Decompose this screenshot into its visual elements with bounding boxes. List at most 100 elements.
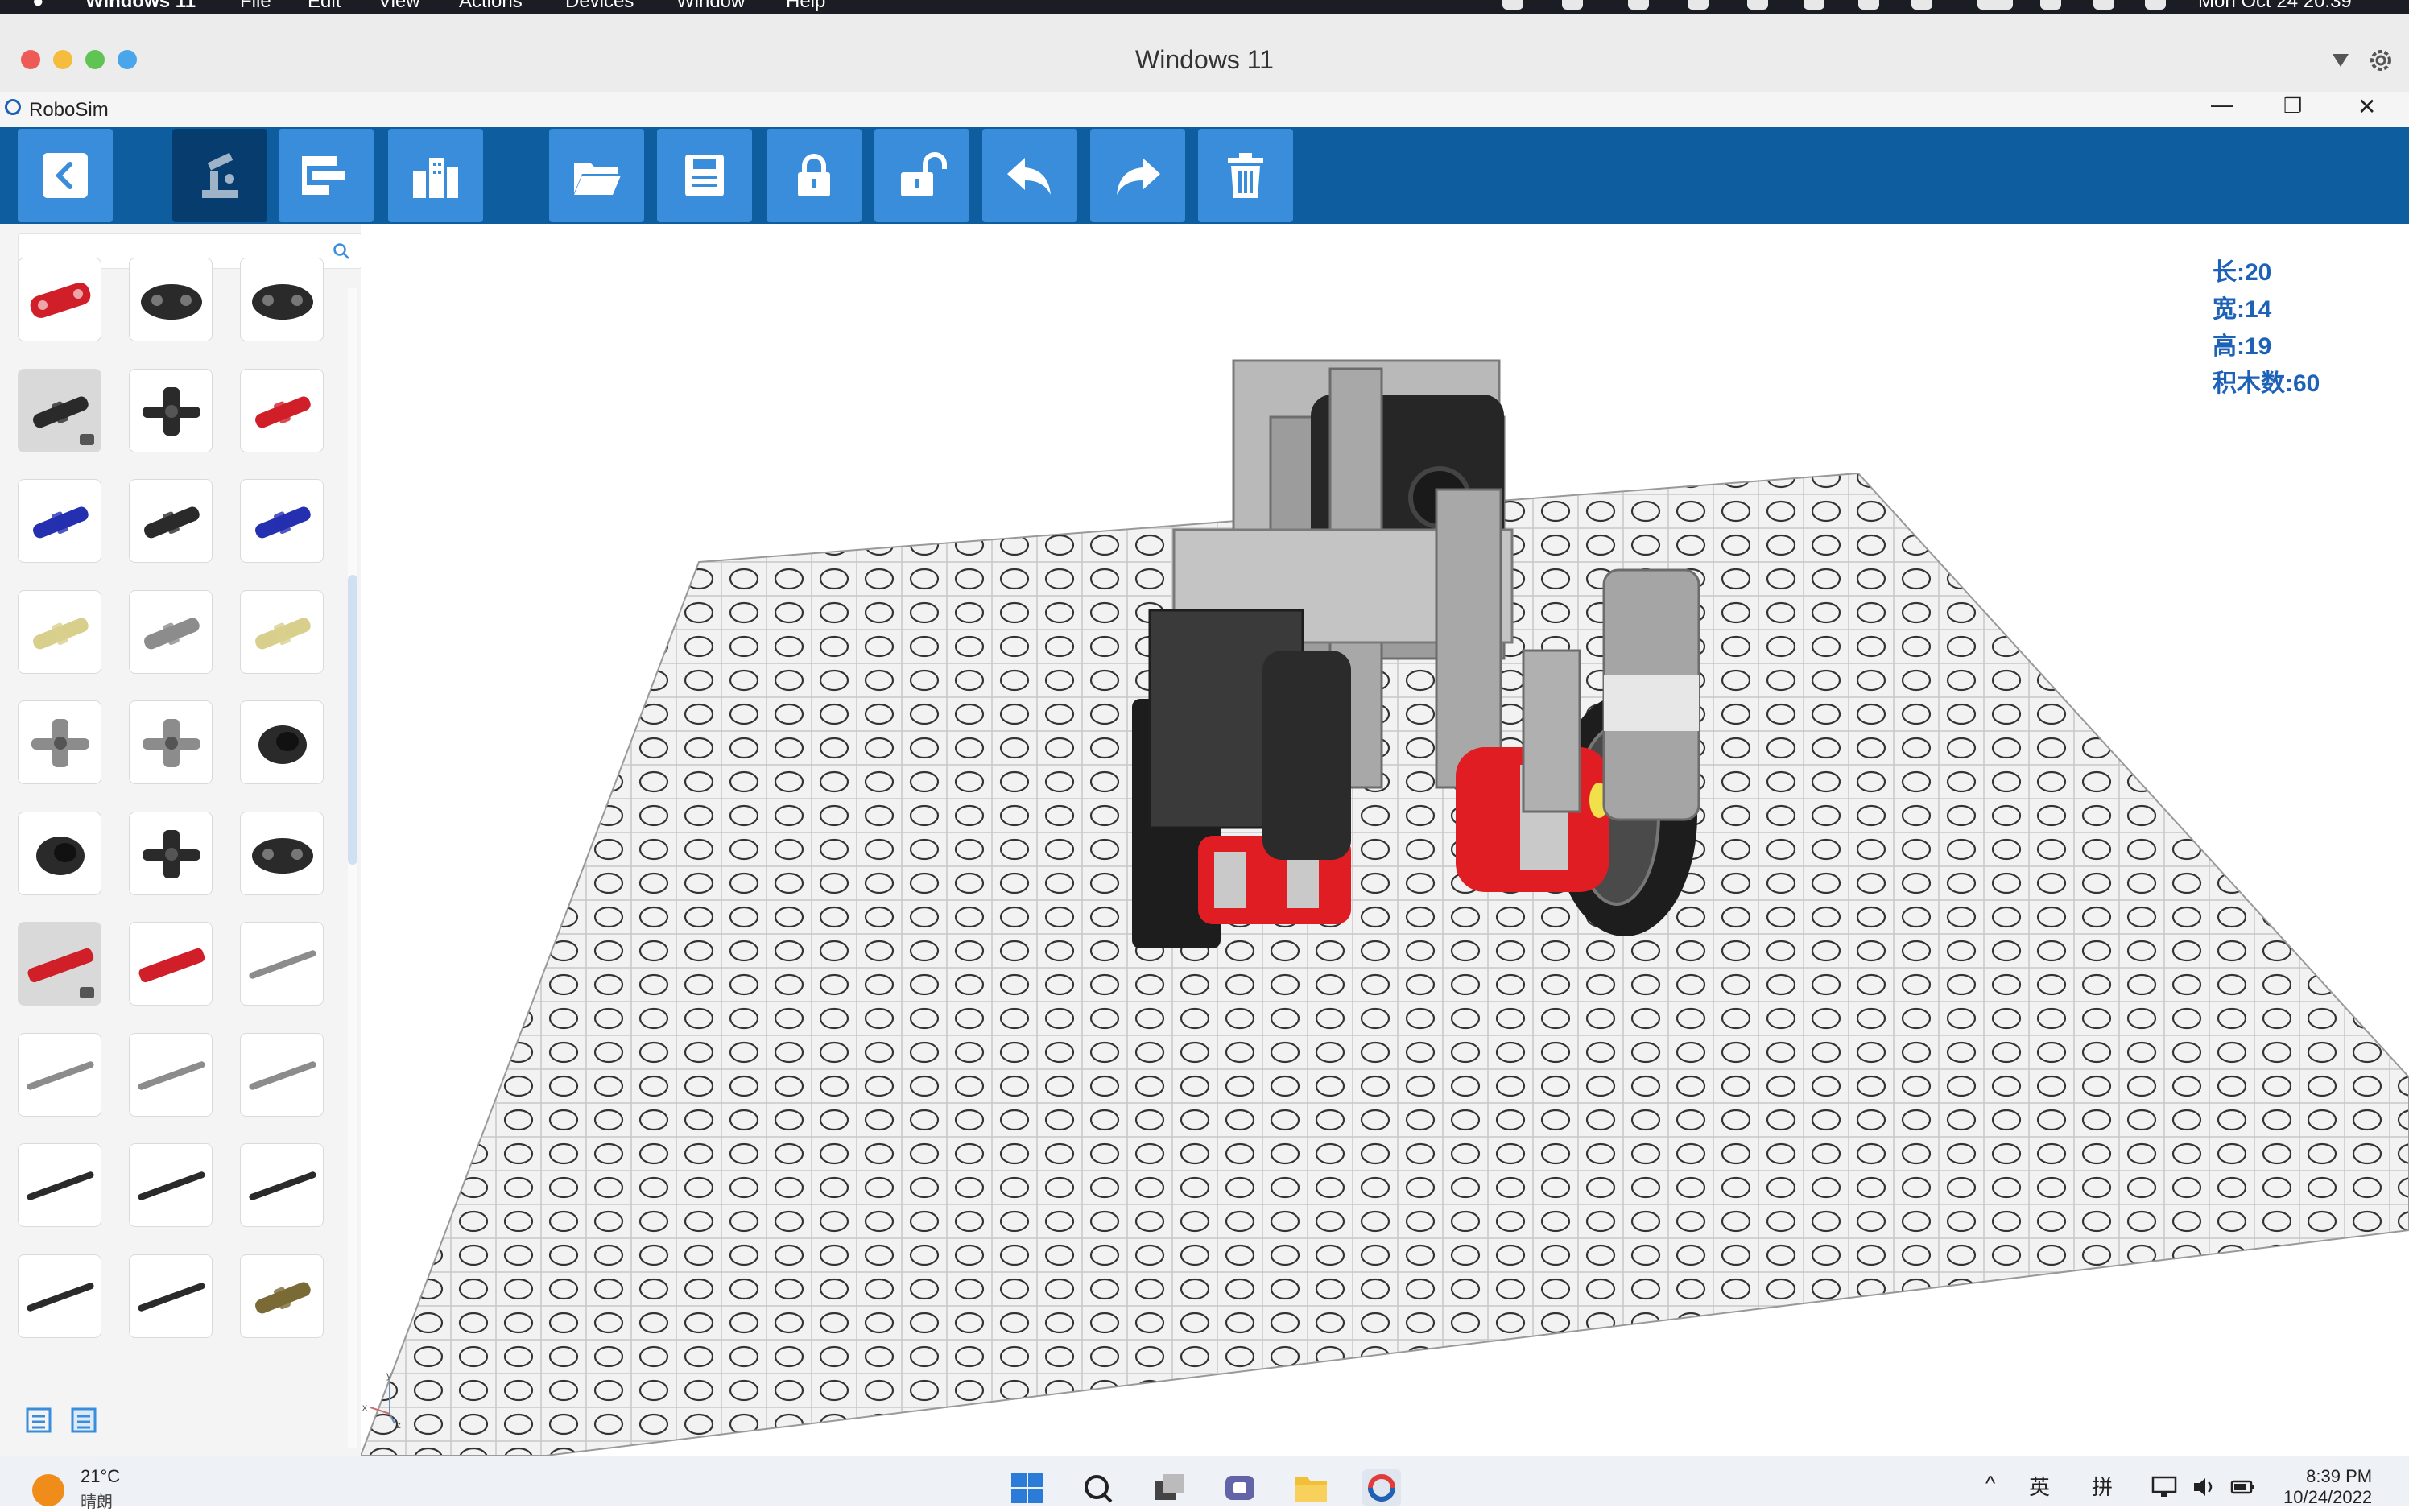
save-button[interactable] [657,129,752,222]
part-tile[interactable] [18,811,101,895]
network-icon[interactable] [2151,1476,2177,1498]
part-tile[interactable] [240,589,324,674]
status-wechat-icon[interactable] [1628,0,1649,10]
part-tile[interactable] [18,1032,101,1117]
restore-icon[interactable]: ❐ [2283,93,2302,118]
weather-sun-icon[interactable] [32,1474,64,1506]
status-display-icon[interactable] [1562,0,1583,10]
apple-icon[interactable]: ● [32,0,44,13]
task-view-icon[interactable] [1148,1469,1190,1506]
robosim-taskbar-icon[interactable] [1361,1469,1403,1506]
app-title: RoboSim [29,99,109,121]
minimize-icon[interactable]: — [2211,92,2233,118]
ime-english[interactable]: 英 [2029,1471,2050,1501]
weather-description[interactable]: 晴朗 [81,1489,113,1512]
redo-button[interactable] [1090,129,1185,222]
control-center-icon[interactable] [2145,0,2166,10]
volume-icon[interactable] [2192,1476,2217,1498]
tray-chevron-icon[interactable]: ^ [1985,1471,1995,1496]
palette-scrollbar-track[interactable] [348,288,357,1448]
part-thumbnail-icon [249,1060,316,1090]
back-button[interactable] [18,129,113,222]
battery-icon[interactable] [1977,0,2013,10]
part-tile[interactable] [18,479,101,563]
part-tile[interactable] [129,1143,213,1227]
menu-devices[interactable]: Devices [565,0,634,13]
file-explorer-icon[interactable] [1290,1469,1332,1506]
part-tile[interactable] [240,811,324,895]
program-mode-button[interactable] [279,129,374,222]
part-tile[interactable] [240,258,324,341]
build-mode-button[interactable] [172,129,267,222]
part-tile[interactable] [240,479,324,563]
scene-mode-button[interactable] [388,129,483,222]
status-cloud-icon[interactable] [1747,0,1768,10]
menu-edit[interactable]: Edit [308,0,341,13]
open-button[interactable] [549,129,644,222]
status-location-icon[interactable] [1688,0,1709,10]
taskbar-clock[interactable]: 8:39 PM 10/24/2022 [2283,1466,2372,1508]
remove-part-icon[interactable] [80,987,94,998]
part-tile[interactable] [18,1143,101,1227]
menu-help[interactable]: Help [786,0,825,13]
battery-taskbar-icon[interactable] [2230,1476,2256,1498]
teams-chat-icon[interactable] [1219,1469,1261,1506]
part-tile[interactable] [129,258,213,341]
remove-part-icon[interactable] [80,433,94,445]
menu-view[interactable]: View [378,0,420,13]
part-tile[interactable] [129,479,213,563]
part-tile[interactable] [18,258,101,341]
unlock-button[interactable] [874,129,969,222]
weather-temperature[interactable]: 21°C [81,1466,120,1487]
gear-icon[interactable] [2367,47,2395,74]
status-shield-icon[interactable] [1804,0,1824,10]
list-view-icon[interactable] [24,1406,53,1435]
search-taskbar-icon[interactable] [1077,1469,1119,1506]
status-ime-icon[interactable] [1911,0,1932,10]
part-thumbnail-icon [255,506,311,539]
part-thumbnail-icon [255,1282,311,1313]
part-tile[interactable] [18,368,101,452]
part-thumbnail-icon [255,396,311,428]
part-tile[interactable] [18,922,101,1006]
menu-app-name[interactable]: Windows 11 [85,0,196,13]
chevron-down-icon[interactable] [2330,50,2351,71]
blocks-program-icon [302,156,345,195]
spotlight-icon[interactable] [2093,0,2114,10]
status-user-icon[interactable] [1858,0,1879,10]
part-tile[interactable] [240,1032,324,1117]
part-thumbnail-icon [27,1282,94,1312]
3d-viewport[interactable]: y x z [361,224,2409,1456]
part-thumbnail-icon [33,506,89,539]
search-icon[interactable] [333,242,350,260]
part-tile[interactable] [129,922,213,1006]
status-record-icon[interactable] [1502,0,1523,10]
part-tile[interactable] [129,1032,213,1117]
part-tile[interactable] [240,368,324,452]
part-tile[interactable] [240,922,324,1006]
part-tile[interactable] [129,1254,213,1338]
part-tile[interactable] [18,700,101,784]
part-thumbnail-icon [30,283,91,318]
part-tile[interactable] [129,700,213,784]
part-tile[interactable] [240,700,324,784]
part-tile[interactable] [129,368,213,452]
menu-actions[interactable]: Actions [459,0,523,13]
part-tile[interactable] [240,1143,324,1227]
menu-file[interactable]: File [240,0,271,13]
part-tile[interactable] [18,589,101,674]
part-tile[interactable] [129,589,213,674]
part-tile[interactable] [129,811,213,895]
delete-button[interactable] [1198,129,1293,222]
part-tile[interactable] [240,1254,324,1338]
wifi-icon[interactable] [2040,0,2061,10]
detail-view-icon[interactable] [69,1406,98,1435]
palette-scrollbar-thumb[interactable] [348,575,357,865]
menu-window[interactable]: Window [676,0,745,13]
undo-button[interactable] [982,129,1077,222]
ime-pinyin[interactable]: 拼 [2092,1471,2113,1501]
close-icon[interactable]: ✕ [2357,93,2376,120]
part-tile[interactable] [18,1254,101,1338]
windows-start-icon[interactable] [1006,1469,1048,1506]
lock-button[interactable] [766,129,862,222]
